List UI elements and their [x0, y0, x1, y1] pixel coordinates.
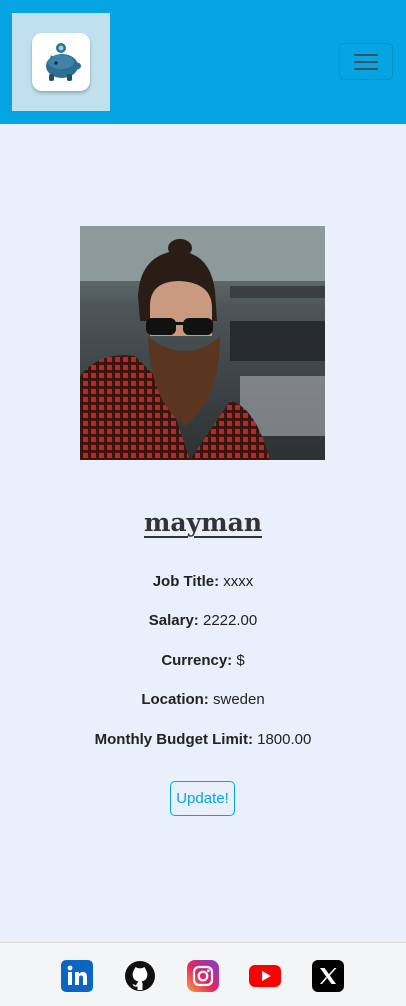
- job-title-label: Job Title:: [152, 573, 220, 590]
- github-icon[interactable]: [124, 960, 156, 992]
- navbar: [0, 0, 406, 124]
- location-label: Location:: [141, 691, 209, 708]
- hamburger-menu-icon: [354, 54, 378, 56]
- youtube-icon[interactable]: [249, 960, 281, 992]
- x-icon[interactable]: [312, 960, 344, 992]
- menu-toggle-button[interactable]: [339, 43, 393, 80]
- location-row: Location: sweden: [0, 691, 406, 708]
- hamburger-menu-icon: [354, 61, 378, 63]
- salary-label: Salary:: [148, 612, 199, 629]
- salary-value: 2222.00: [202, 612, 258, 629]
- footer: [0, 942, 406, 1006]
- username-heading: mayman: [143, 508, 262, 537]
- currency-value: $: [236, 652, 245, 669]
- budget-limit-row: Monthly Budget Limit: 1800.00: [0, 731, 406, 748]
- budget-limit-value: 1800.00: [257, 731, 312, 748]
- job-title-row: Job Title: xxxx: [0, 573, 406, 590]
- instagram-icon[interactable]: [187, 960, 219, 992]
- budget-limit-label: Monthly Budget Limit:: [94, 731, 253, 748]
- hamburger-menu-icon: [354, 68, 378, 70]
- currency-label: Currency:: [161, 652, 233, 669]
- location-value: sweden: [212, 691, 265, 708]
- salary-row: Salary: 2222.00: [0, 612, 406, 629]
- piggy-bank-icon: [32, 33, 90, 91]
- update-button[interactable]: Update!: [170, 781, 235, 816]
- logo-link[interactable]: [12, 13, 110, 111]
- job-title-value: xxxx: [223, 573, 254, 590]
- currency-row: Currency: $: [0, 652, 406, 669]
- profile-photo: [80, 226, 325, 460]
- linkedin-icon[interactable]: [61, 960, 93, 992]
